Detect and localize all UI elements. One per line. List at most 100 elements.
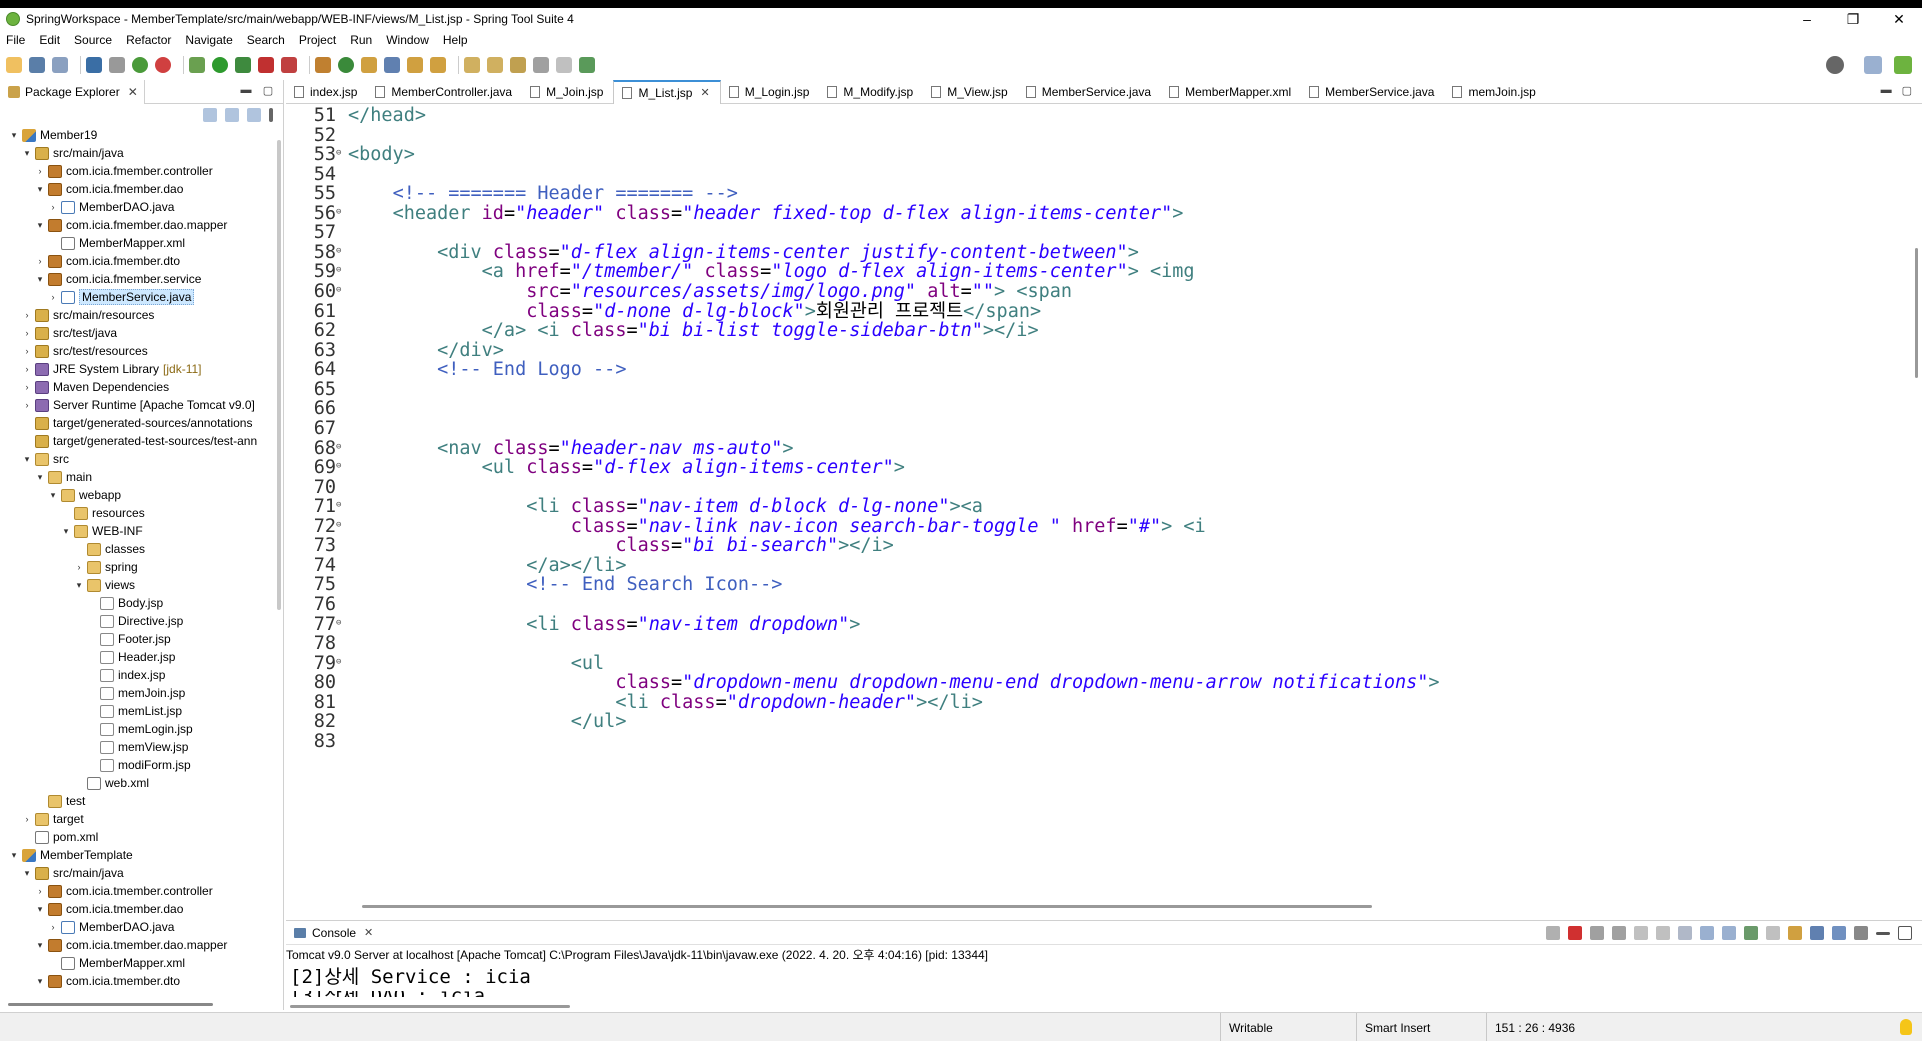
tree-item[interactable]: classes	[73, 540, 145, 558]
coverage-icon[interactable]	[235, 57, 251, 73]
new-class-icon[interactable]	[338, 57, 354, 73]
tree-item[interactable]: memJoin.jsp	[86, 684, 185, 702]
fold-icon[interactable]: ⊖	[336, 241, 348, 261]
fold-icon[interactable]: ⊖	[336, 613, 348, 633]
tree-item[interactable]: › src/test/java	[21, 324, 118, 342]
tree-item[interactable]: index.jsp	[86, 666, 165, 684]
filter-icon[interactable]	[247, 108, 261, 122]
open-type-icon[interactable]	[361, 57, 377, 73]
debug-icon[interactable]	[189, 57, 205, 73]
stop-icon[interactable]	[258, 57, 274, 73]
menu-search[interactable]: Search	[247, 33, 285, 47]
maximize-view-icon[interactable]: ▢	[261, 84, 275, 98]
close-button[interactable]: ✕	[1876, 8, 1922, 30]
tree-item[interactable]: pom.xml	[21, 828, 98, 846]
terminal-icon[interactable]	[86, 57, 102, 73]
word-wrap-icon[interactable]	[1678, 926, 1692, 940]
open-folder-icon[interactable]	[430, 57, 446, 73]
maximize-button[interactable]: ❐	[1830, 8, 1876, 30]
menu-project[interactable]: Project	[299, 33, 336, 47]
tree-item[interactable]: resources	[60, 504, 145, 522]
tree-item[interactable]: › MemberService.java	[47, 288, 195, 306]
tree-item[interactable]: › Maven Dependencies	[21, 378, 170, 396]
menu-navigate[interactable]: Navigate	[185, 33, 232, 47]
tree-item[interactable]: ▾ MemberTemplate	[8, 846, 133, 864]
chevron-right-icon[interactable]: ›	[21, 328, 33, 338]
chevron-right-icon[interactable]: ›	[21, 814, 33, 824]
tree-item[interactable]: target/generated-test-sources/test-ann	[21, 432, 257, 450]
tree-item[interactable]: memLogin.jsp	[86, 720, 193, 738]
editor-tab[interactable]: memJoin.jsp	[1444, 80, 1545, 104]
boot-dashboard-icon[interactable]	[132, 57, 148, 73]
clear-console-icon[interactable]	[1634, 926, 1648, 940]
tree-item[interactable]: ▾ Member19	[8, 126, 98, 144]
tree-item[interactable]: memList.jsp	[86, 702, 182, 720]
tree-item[interactable]: Header.jsp	[86, 648, 175, 666]
server-icon[interactable]	[281, 57, 297, 73]
tree-item[interactable]: ▾ main	[34, 468, 92, 486]
close-icon[interactable]: ✕	[700, 86, 709, 99]
chevron-right-icon[interactable]: ›	[34, 256, 46, 266]
tree-item[interactable]: memView.jsp	[86, 738, 188, 756]
menu-edit[interactable]: Edit	[39, 33, 60, 47]
fold-icon[interactable]: ⊖	[336, 260, 348, 280]
chevron-down-icon[interactable]: ▾	[47, 490, 59, 501]
editor-tab[interactable]: M_View.jsp	[923, 80, 1017, 104]
tree-item[interactable]: ▾ views	[73, 576, 135, 594]
tree-horizontal-scrollbar[interactable]	[8, 1003, 213, 1006]
tree-item[interactable]: modiForm.jsp	[86, 756, 191, 774]
collapse-all-icon[interactable]	[203, 108, 217, 122]
tree-item[interactable]: ▾ com.icia.fmember.dao	[34, 180, 184, 198]
forward-icon[interactable]	[556, 57, 572, 73]
tree-item[interactable]: › JRE System Library [jdk-11]	[21, 360, 202, 378]
tree-item[interactable]: › target	[21, 810, 84, 828]
chevron-right-icon[interactable]: ›	[21, 382, 33, 392]
save-all-icon[interactable]	[52, 57, 68, 73]
tree-item[interactable]: › com.icia.fmember.controller	[34, 162, 213, 180]
chevron-right-icon[interactable]: ›	[34, 166, 46, 176]
chevron-down-icon[interactable]: ▾	[8, 130, 20, 141]
chevron-down-icon[interactable]: ▾	[73, 580, 85, 591]
minimize-view-icon[interactable]: ▬	[239, 84, 253, 98]
editor-tab[interactable]: MemberService.java	[1018, 80, 1161, 104]
fold-icon[interactable]: ⊖	[336, 280, 348, 300]
open-task-icon[interactable]	[384, 57, 400, 73]
tree-item[interactable]: › spring	[73, 558, 138, 576]
tree-item[interactable]: › MemberDAO.java	[47, 198, 175, 216]
fold-icon[interactable]: ⊖	[336, 143, 348, 163]
tree-item[interactable]: ▾ com.icia.tmember.dto	[34, 972, 180, 990]
save-icon[interactable]	[29, 57, 45, 73]
lightbulb-icon[interactable]	[1900, 1019, 1912, 1035]
editor-tab[interactable]: MemberMapper.xml	[1161, 80, 1301, 104]
menu-run[interactable]: Run	[350, 33, 372, 47]
tree-vertical-scrollbar[interactable]	[277, 140, 281, 610]
menu-window[interactable]: Window	[386, 33, 429, 47]
tree-item[interactable]: › com.icia.fmember.dto	[34, 252, 181, 270]
chevron-right-icon[interactable]: ›	[47, 922, 59, 932]
tree-item[interactable]: Body.jsp	[86, 594, 163, 612]
chevron-down-icon[interactable]: ▾	[34, 472, 46, 483]
pin-console-icon[interactable]	[1744, 926, 1758, 940]
fold-icon[interactable]: ⊖	[336, 202, 348, 222]
tree-item[interactable]: ▾ com.icia.tmember.dao.mapper	[34, 936, 228, 954]
restart-icon[interactable]	[1546, 926, 1560, 940]
editor-horizontal-scrollbar[interactable]	[362, 905, 1372, 908]
chevron-right-icon[interactable]: ›	[73, 562, 85, 572]
tree-item[interactable]: Directive.jsp	[86, 612, 183, 630]
chevron-down-icon[interactable]: ▾	[21, 148, 33, 159]
tree-item[interactable]: test	[34, 792, 85, 810]
tree-item[interactable]: ▾ WEB-INF	[60, 522, 143, 540]
minimize-console-icon[interactable]	[1876, 932, 1890, 935]
next-annotation-icon[interactable]	[464, 57, 480, 73]
tree-item[interactable]: ▾ com.icia.tmember.dao	[34, 900, 184, 918]
tree-item[interactable]: › com.icia.tmember.controller	[34, 882, 213, 900]
tree-item[interactable]: ▾ webapp	[47, 486, 121, 504]
scroll-lock-icon[interactable]	[1656, 926, 1670, 940]
fold-icon[interactable]: ⊖	[336, 652, 348, 672]
close-icon[interactable]: ✕	[128, 85, 138, 99]
tree-item[interactable]: ▾ com.icia.fmember.service	[34, 270, 202, 288]
open-perspective-icon[interactable]	[1864, 56, 1882, 74]
console-lock-icon[interactable]	[1810, 926, 1824, 940]
tree-item[interactable]: ▾ src/main/java	[21, 864, 124, 882]
chevron-right-icon[interactable]: ›	[21, 400, 33, 410]
